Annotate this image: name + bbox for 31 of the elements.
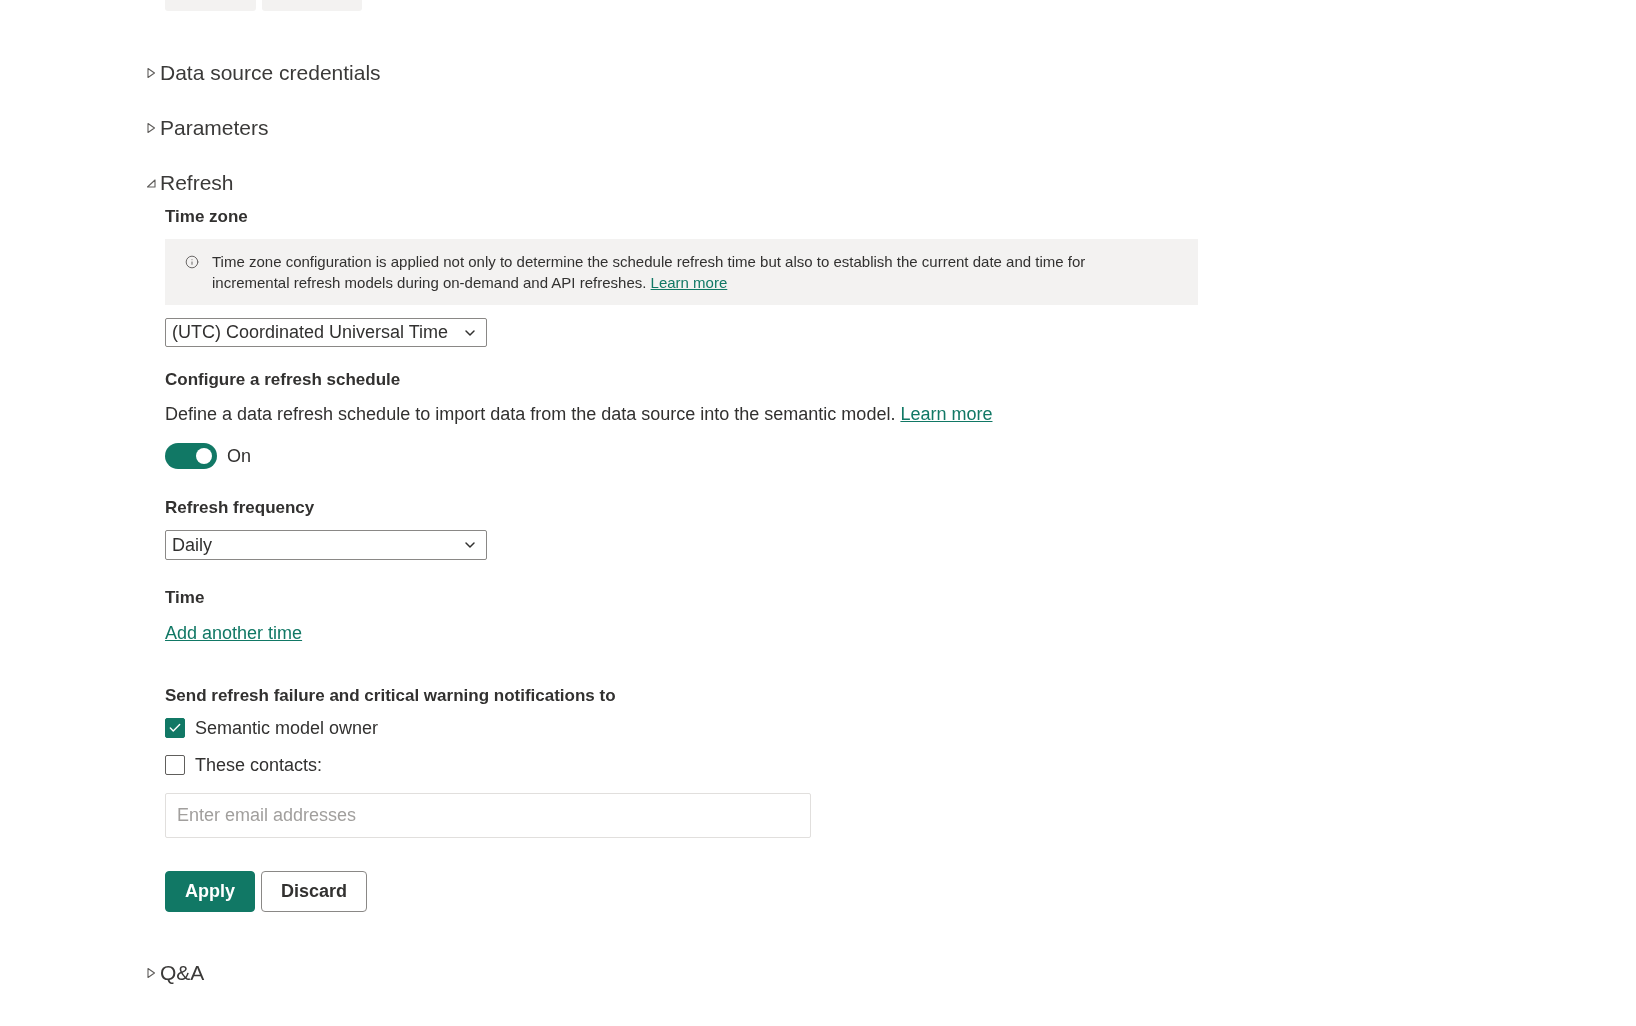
- toggle-switch[interactable]: [165, 443, 217, 469]
- section-header[interactable]: Data source credentials: [146, 58, 381, 88]
- discard-button[interactable]: Discard: [261, 871, 368, 912]
- time-zone-dropdown[interactable]: (UTC) Coordinated Universal Time: [165, 318, 487, 347]
- description-text: Define a data refresh schedule to import data from the data source into the semantic model. Learn more: [165, 403, 993, 425]
- checkbox-label: These contacts:: [195, 754, 323, 776]
- caret-icon: [146, 967, 156, 979]
- info-icon: [185, 255, 199, 269]
- checkmark-icon: [168, 721, 182, 735]
- frequency-dropdown[interactable]: Daily: [165, 530, 487, 560]
- apply-button[interactable]: Apply: [165, 871, 255, 912]
- learn-more-link[interactable]: Learn more: [900, 404, 993, 424]
- field-label: Refresh frequency: [165, 497, 315, 519]
- caret-icon: [146, 67, 156, 79]
- section-header[interactable]: Parameters: [146, 113, 269, 143]
- add-time-link[interactable]: Add another time: [165, 622, 303, 644]
- field-label: Time zone: [165, 206, 248, 228]
- section-header[interactable]: Q&A: [146, 958, 205, 988]
- field-label: Time: [165, 587, 205, 609]
- learn-more-link[interactable]: Learn more: [650, 274, 728, 291]
- caret-icon: [146, 122, 156, 134]
- section-header[interactable]: Refresh: [146, 168, 234, 198]
- field-label: Send refresh failure and critical warning notifications to: [165, 685, 616, 707]
- caret-icon: [146, 177, 156, 189]
- info-text: Time zone configuration is applied not only to determine the schedule refresh time but also to establish the current date and time for incremental refresh models during on-demand and API refreshes. Learn more: [212, 252, 1087, 293]
- checkbox-label: Semantic model owner: [195, 717, 379, 739]
- checkbox[interactable]: [165, 718, 185, 738]
- field-label: Configure a refresh schedule: [165, 369, 401, 391]
- checkbox[interactable]: [165, 755, 185, 775]
- toggle-label: On: [227, 445, 251, 467]
- email-input[interactable]: Enter email addresses: [165, 793, 811, 838]
